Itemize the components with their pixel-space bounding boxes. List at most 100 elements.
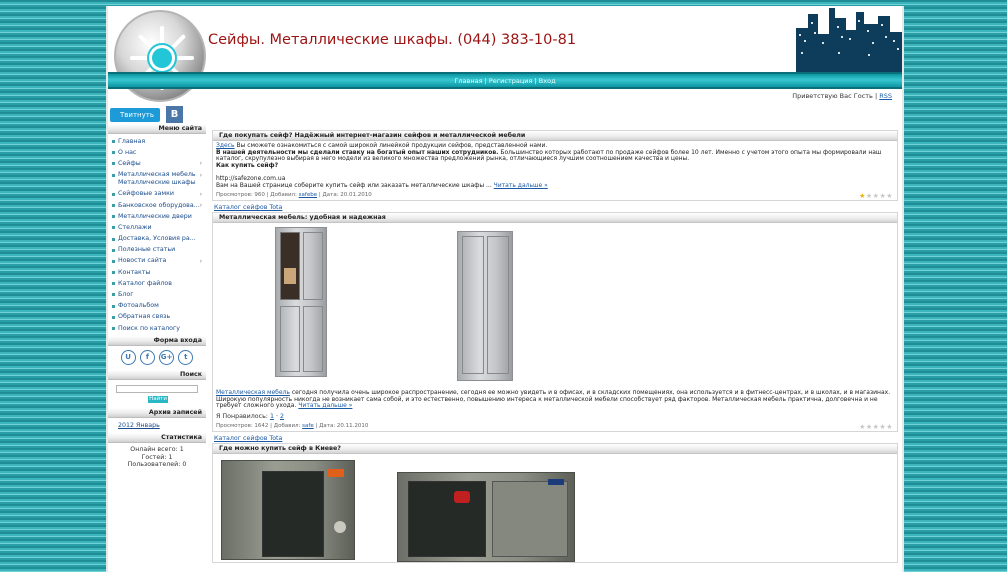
submenu-arrow-icon: › [199, 160, 202, 168]
nav-login-link[interactable]: Вход [539, 77, 556, 85]
facebook-login-icon[interactable]: f [139, 350, 155, 366]
social-login-icons: U f G+ t [108, 346, 206, 370]
bullet-icon [112, 293, 115, 297]
sidebar: Твитнуть В Меню сайта Главная О нас Сейфы ›… [108, 106, 206, 469]
nav-home-link[interactable]: Главная [454, 77, 482, 85]
sidebar-menu-label: Сейфовые замки [118, 190, 175, 198]
bullet-icon [112, 215, 115, 219]
sidebar-menu-item[interactable]: Сейфовые замки › [108, 189, 206, 200]
sidebar-menu-item[interactable]: Стеллажи [108, 222, 206, 233]
rating-stars-icon[interactable]: ★★★★★ [859, 192, 893, 200]
locker-open-image[interactable] [275, 227, 327, 378]
read-more-link[interactable]: Читать дальше » [298, 402, 352, 410]
twitter-login-icon[interactable]: t [178, 350, 194, 366]
safe-image-1[interactable] [221, 459, 355, 560]
sidebar-menu-item[interactable]: Новости сайта › [108, 256, 206, 267]
search-button[interactable]: Найти [148, 396, 168, 404]
page-1-link[interactable]: 1 [270, 413, 274, 420]
post-3: Где можно купить сейф в Киеве? [212, 442, 898, 563]
bullet-icon [112, 173, 115, 177]
category-link[interactable]: Каталог сейфов Tota [212, 435, 898, 443]
bullet-icon [112, 315, 115, 319]
sidebar-menu-item[interactable]: Полезные статьи [108, 245, 206, 256]
sidebar-menu-item[interactable]: Блог [108, 289, 206, 300]
bullet-icon [112, 248, 115, 252]
bullet-icon [112, 140, 115, 143]
sidebar-menu-item[interactable]: Банковское оборудова... › [108, 200, 206, 211]
post-author-link[interactable]: safebe [299, 192, 317, 198]
rss-link[interactable]: RSS [879, 92, 892, 100]
post-meta: Просмотров: 1642 | Добавил: safe | Дата:… [216, 422, 893, 431]
menu-block-title: Меню сайта [108, 124, 206, 134]
vk-share-button[interactable]: В [166, 106, 183, 123]
read-more-link[interactable]: Читать дальше » [494, 182, 548, 189]
bullet-icon [112, 327, 115, 330]
post-2: Металлическая мебель: удобная и надежная… [212, 212, 898, 432]
category-link[interactable]: Каталог сейфов Tota [212, 204, 898, 212]
post-title[interactable]: Где покупать сейф? Надёжный интернет-маг… [213, 131, 897, 141]
rating-stars-icon[interactable]: ★★★★★ [859, 423, 893, 431]
submenu-arrow-icon: › [199, 201, 202, 209]
submenu-arrow-icon: › [199, 190, 202, 198]
sidebar-menu-label: Поиск по каталогу [118, 324, 181, 332]
sidebar-menu-item[interactable]: Доставка, Условия ра... [108, 234, 206, 245]
stats-users: Пользователей: 0 [127, 461, 187, 469]
bullet-icon [112, 151, 115, 155]
page-container: Сейфы. Металлические шкафы. (044) 383-10… [106, 6, 904, 572]
sidebar-menu-item[interactable]: Сейфы › [108, 158, 206, 169]
post-body: Металлическая мебель сегодня получила оч… [216, 389, 891, 410]
city-skyline-image [796, 8, 902, 72]
post-author-link[interactable]: safe [302, 423, 314, 429]
twitter-share-button[interactable]: Твитнуть [110, 108, 160, 122]
site-menu: Главная О нас Сейфы › Металлическая мебель М… [108, 134, 206, 336]
post-1: Где покупать сейф? Надёжный интернет-маг… [212, 130, 898, 202]
submenu-arrow-icon: › [199, 257, 202, 265]
product-gallery [213, 223, 897, 388]
archive-link[interactable]: 2012 Январь [108, 418, 206, 433]
post-title[interactable]: Металлическая мебель: удобная и надежная [213, 213, 897, 224]
post-pages: Я Понравилось: 1 · 2 [216, 412, 284, 420]
stats-block-title: Статистика [108, 433, 206, 444]
stats-online: Онлайн всего: 1 [130, 446, 184, 454]
bullet-icon [112, 192, 115, 196]
share-buttons: Твитнуть В [108, 106, 206, 124]
search-form: Найти [108, 380, 206, 408]
nav-register-link[interactable]: Регистрация [489, 77, 533, 85]
bullet-icon [112, 271, 115, 275]
sidebar-menu-item[interactable]: Металлическая мебель Металлические шкафы… [108, 170, 206, 189]
product-gallery [213, 454, 897, 562]
sidebar-menu-label: Полезные статьи [118, 246, 176, 254]
top-nav-bar: Главная | Регистрация | Вход [108, 72, 902, 89]
bullet-icon [112, 282, 115, 286]
sidebar-menu-item[interactable]: Металлические двери [108, 211, 206, 222]
sidebar-menu-label: Металлические двери [118, 212, 192, 220]
safe-image-2[interactable] [397, 471, 575, 562]
sidebar-menu-item[interactable]: О нас [108, 147, 206, 158]
header: Сейфы. Металлические шкафы. (044) 383-10… [108, 6, 902, 102]
bullet-icon [112, 237, 115, 241]
search-input[interactable] [116, 385, 198, 394]
login-block-title: Форма входа [108, 336, 206, 347]
sidebar-menu-label: Металлическая мебель Металлические шкафы [118, 171, 196, 187]
sidebar-menu-label: Стеллажи [118, 223, 152, 231]
sidebar-menu-item[interactable]: Каталог файлов [108, 278, 206, 289]
sidebar-menu-label: Сейфы [118, 159, 141, 167]
bullet-icon [112, 259, 115, 263]
sidebar-menu-item[interactable]: Фотоальбом [108, 301, 206, 312]
google-login-icon[interactable]: G+ [159, 350, 175, 366]
sidebar-menu-item[interactable]: Главная [108, 136, 206, 147]
post-title[interactable]: Где можно купить сейф в Киеве? [213, 443, 897, 454]
sidebar-menu-label: Банковское оборудова... [118, 201, 200, 209]
search-block-title: Поиск [108, 370, 206, 381]
sidebar-menu-item[interactable]: Контакты [108, 267, 206, 278]
bullet-icon [112, 226, 115, 230]
bullet-icon [112, 203, 115, 207]
locker-closed-image[interactable] [457, 231, 513, 382]
ucoz-login-icon[interactable]: U [120, 350, 136, 366]
submenu-arrow-icon: › [199, 171, 202, 179]
sidebar-menu-item[interactable]: Обратная связь [108, 312, 206, 323]
page-2-link[interactable]: 2 [280, 413, 284, 420]
sidebar-menu-label: Доставка, Условия ра... [118, 235, 196, 243]
sidebar-menu-item[interactable]: Поиск по каталогу [108, 323, 206, 334]
sidebar-menu-label: Блог [118, 291, 134, 299]
